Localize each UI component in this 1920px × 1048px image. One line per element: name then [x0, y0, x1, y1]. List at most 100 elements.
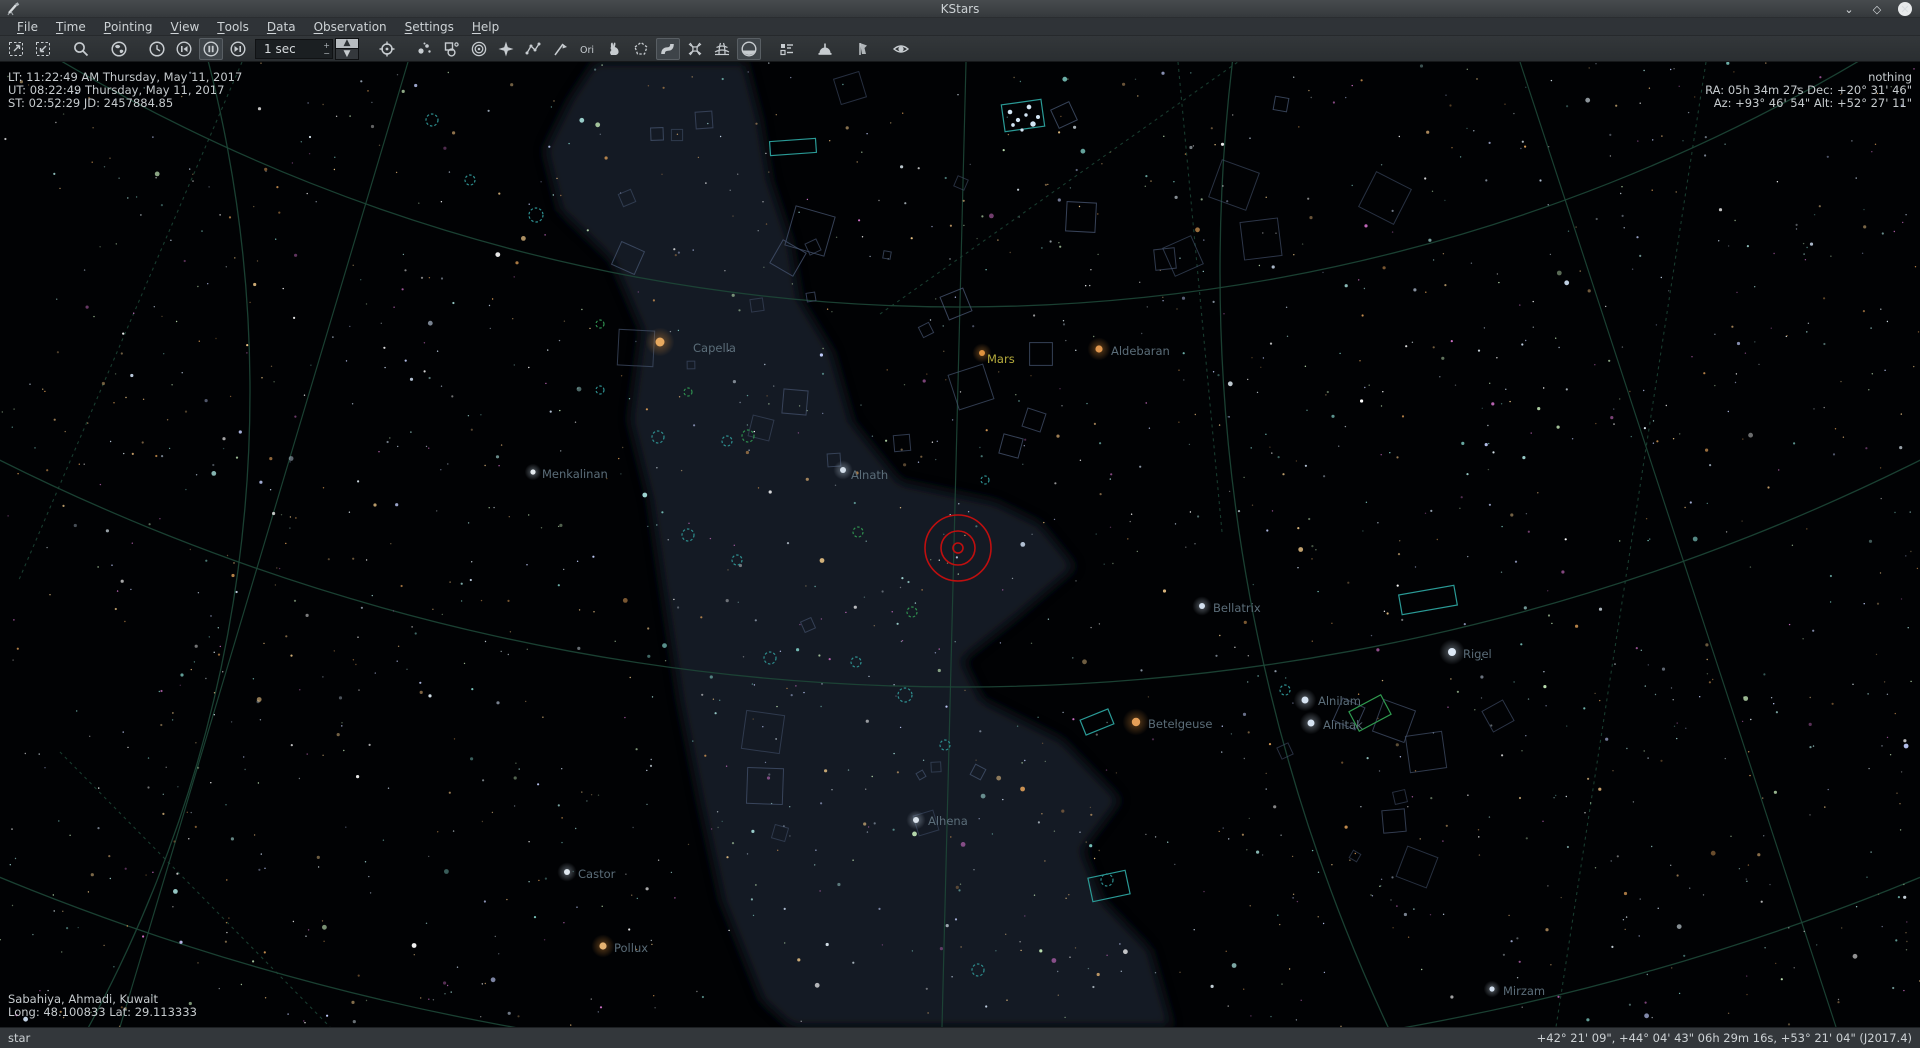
bright-star[interactable] [913, 817, 919, 823]
constellation-boundary-line [880, 62, 1252, 314]
location-info-line-2: Long: 48.100833 Lat: 29.113333 [8, 1006, 197, 1019]
bright-star[interactable] [564, 869, 570, 875]
status-bar: star +42° 21' 09", +44° 04' 43" 06h 29m … [0, 1027, 1920, 1048]
toggle-stars-button[interactable] [413, 38, 437, 60]
dso-square-symbol [940, 288, 972, 320]
focus-object-button[interactable] [375, 38, 399, 60]
flags-button[interactable] [851, 38, 875, 60]
bright-star[interactable] [1132, 718, 1140, 726]
constellation-boundary-line [1556, 62, 1706, 1027]
toggle-constellation-boundaries-button[interactable] [629, 38, 653, 60]
set-time-button[interactable] [145, 38, 169, 60]
dso-square-symbol [834, 72, 867, 105]
menu-settings[interactable]: Settings [396, 18, 463, 36]
starfield-svg[interactable]: CapellaMenkalinanAlnathAldebaranBellatri… [0, 62, 1920, 1027]
dso-square-symbol [1154, 248, 1177, 271]
bright-star[interactable] [1095, 345, 1102, 352]
clock-icon [148, 40, 166, 58]
timestep-spinbox[interactable]: 1 sec +− ▲▼ [255, 38, 359, 60]
time-step-back-button[interactable] [172, 38, 196, 60]
bright-star[interactable] [1302, 697, 1309, 704]
boundaries-icon [632, 40, 650, 58]
toggle-deep-sky-button[interactable] [440, 38, 464, 60]
timestep-down-icon[interactable]: ▼ [335, 49, 359, 60]
dso-box-symbol [770, 138, 817, 155]
bright-star[interactable] [840, 467, 846, 473]
menu-pointing[interactable]: Pointing [95, 18, 162, 36]
sky-map[interactable]: LT: 11:22:49 AM Thursday, May 11, 2017UT… [0, 62, 1920, 1027]
equatorial-grid-icon [686, 40, 704, 58]
dso-square-symbol [954, 176, 968, 190]
bright-star[interactable] [1308, 720, 1315, 727]
open-cluster-symbol [426, 114, 438, 126]
pleiades-star [1036, 115, 1040, 119]
bright-star[interactable] [1448, 648, 1456, 656]
pleiades-star [1011, 123, 1015, 127]
toggle-constellation-art-button[interactable] [602, 38, 626, 60]
close-icon[interactable]: ✕ [1898, 2, 1912, 16]
star-label-rigel: Rigel [1463, 647, 1492, 661]
horizontal-grid-arc [0, 62, 1920, 307]
maximize-icon[interactable]: ◇ [1870, 2, 1884, 16]
open-cluster-symbol [981, 476, 989, 484]
menu-tools[interactable]: Tools [208, 18, 258, 36]
dso-box-symbol [1080, 709, 1114, 735]
timestep-up-icon[interactable]: ▲ [335, 38, 359, 49]
find-object-button[interactable] [69, 38, 93, 60]
toggle-horizontal-grid-button[interactable] [710, 38, 734, 60]
toggle-name-abbrev-button[interactable]: Ori [575, 38, 599, 60]
bright-star[interactable] [979, 350, 985, 356]
horizontal-grid-arc [0, 62, 250, 1027]
dso-square-symbol [1396, 846, 1438, 888]
toggle-milky-way-button[interactable] [656, 38, 680, 60]
open-cluster-symbol [1101, 874, 1113, 886]
menu-time[interactable]: Time [47, 18, 95, 36]
toggle-solar-system-button[interactable] [467, 38, 491, 60]
bright-star[interactable] [1489, 986, 1494, 991]
ground-icon [740, 40, 758, 58]
dso-square-symbol [1066, 202, 1097, 233]
horizontal-grid-icon [713, 40, 731, 58]
whats-interesting-button[interactable] [889, 38, 913, 60]
toggle-equatorial-grid-button[interactable] [683, 38, 707, 60]
toggle-constellation-lines-button[interactable] [521, 38, 545, 60]
toggle-supernovae-button[interactable] [494, 38, 518, 60]
observatory-button[interactable] [813, 38, 837, 60]
timestep-value[interactable]: 1 sec +− [255, 39, 333, 59]
dso-square-symbol [999, 434, 1023, 458]
solar-system-icon [470, 40, 488, 58]
grid-meridian-line [120, 62, 408, 1027]
bright-star[interactable] [530, 469, 535, 474]
bright-star[interactable] [656, 338, 665, 347]
toggle-ground-button[interactable] [737, 38, 761, 60]
observation-planner-button[interactable] [775, 38, 799, 60]
star-label-bellatrix: Bellatrix [1213, 601, 1261, 615]
zoom-in-button[interactable] [4, 38, 28, 60]
menu-data[interactable]: Data [258, 18, 305, 36]
minimize-icon[interactable]: ⌄ [1842, 2, 1856, 16]
dso-square-symbol [1022, 408, 1046, 432]
step-forward-icon [229, 40, 247, 58]
timestep-plus-minus[interactable]: +− [323, 40, 330, 60]
set-location-button[interactable] [107, 38, 131, 60]
zoom-out-icon [34, 40, 52, 58]
menu-observation[interactable]: Observation [305, 18, 396, 36]
location-info-overlay: Sabahiya, Ahmadi, KuwaitLong: 48.100833 … [8, 993, 197, 1019]
time-pause-button[interactable] [199, 38, 223, 60]
open-cluster-symbol [529, 208, 543, 222]
dso-square-symbol [1030, 343, 1053, 366]
toggle-constellation-names-button[interactable] [548, 38, 572, 60]
rabbit-icon [605, 40, 623, 58]
zoom-out-button[interactable] [31, 38, 55, 60]
menu-help[interactable]: Help [463, 18, 508, 36]
bright-star[interactable] [599, 942, 606, 949]
focus-info-overlay: nothingRA: 05h 34m 27s Dec: +20° 31' 46"… [1705, 71, 1912, 110]
pleiades-star [1008, 110, 1013, 115]
bright-star[interactable] [1199, 603, 1205, 609]
time-step-forward-button[interactable] [226, 38, 250, 60]
menu-view[interactable]: View [162, 18, 209, 36]
menu-file[interactable]: File [8, 18, 47, 36]
timestep-text: 1 sec [264, 42, 296, 56]
open-cluster-symbol [596, 386, 604, 394]
dso-square-symbol [1382, 809, 1406, 833]
